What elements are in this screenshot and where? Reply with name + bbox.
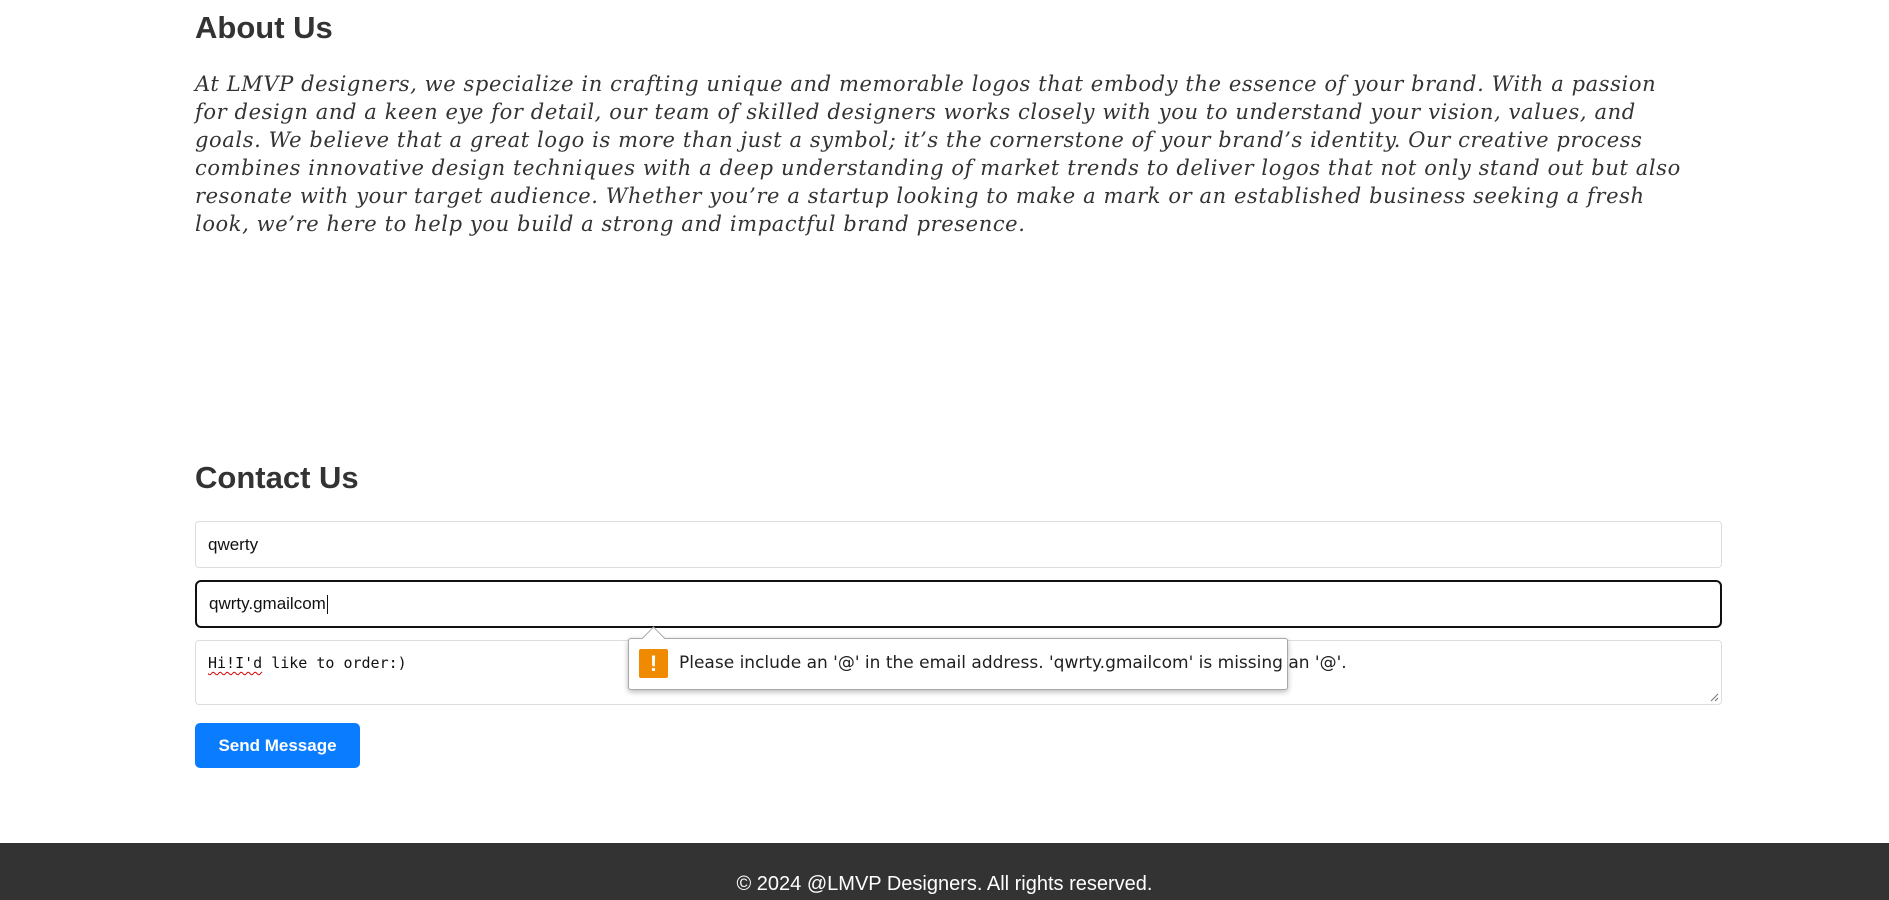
send-message-button[interactable]: Send Message: [195, 723, 360, 768]
footer-copyright: © 2024 @LMVP Designers. All rights reser…: [736, 873, 1153, 895]
name-input[interactable]: qwerty: [195, 521, 1722, 568]
contact-title: Contact Us: [195, 460, 359, 495]
email-input[interactable]: qwrty.gmailcom: [195, 580, 1722, 628]
footer: © 2024 @LMVP Designers. All rights reser…: [0, 843, 1889, 900]
name-input-value: qwerty: [208, 535, 259, 554]
message-text: like to order:): [262, 654, 407, 672]
tooltip-arrow: [641, 626, 666, 651]
validation-message: Please include an '@' in the email addre…: [679, 653, 1347, 673]
about-text: At LMVP designers, we specialize in craf…: [195, 72, 1681, 236]
about-title: About Us: [195, 10, 333, 45]
message-misspelled-word: Hi!I'd: [208, 654, 263, 672]
resize-handle-icon[interactable]: [1709, 692, 1719, 702]
warning-icon: !: [639, 649, 668, 678]
email-input-value: qwrty.gmailcom: [209, 594, 326, 613]
email-validation-tooltip: ! Please include an '@' in the email add…: [628, 626, 1347, 690]
text-caret: [326, 595, 328, 615]
